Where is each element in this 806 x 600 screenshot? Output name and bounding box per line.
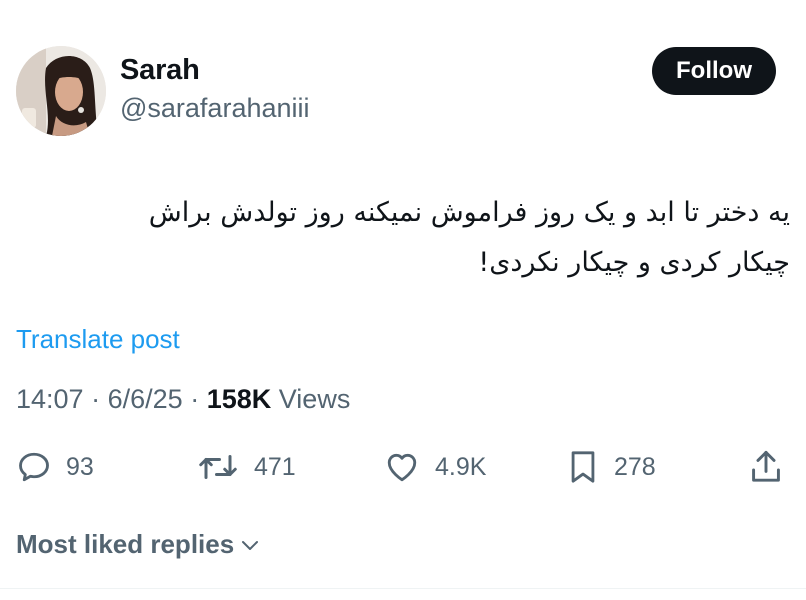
chevron-down-icon (242, 540, 259, 550)
heart-icon (387, 453, 417, 482)
bookmark-icon (571, 451, 595, 483)
repost-count: 471 (254, 452, 296, 481)
share-icon (752, 450, 780, 482)
like-button[interactable]: 4.9K (383, 445, 486, 489)
avatar-photo (16, 46, 106, 136)
bookmark-button[interactable]: 278 (566, 445, 656, 489)
translate-post-link[interactable]: Translate post (16, 324, 180, 355)
tweet-text: یه دختر تا ابد و یک روز فراموش نمیکنه رو… (10, 188, 790, 288)
reply-button[interactable]: 93 (16, 445, 94, 489)
repost-icon (199, 455, 237, 479)
divider (0, 588, 806, 589)
meta-separator: · (91, 384, 101, 414)
tweet-actions: 93 471 4.9K 278 (0, 445, 806, 489)
tweet-metadata: 14:07 · 6/6/25 · 158K Views (16, 384, 350, 415)
follow-button[interactable]: Follow (652, 47, 776, 95)
replies-sort-label: Most liked replies (16, 529, 235, 559)
avatar[interactable] (16, 46, 106, 136)
share-button[interactable] (748, 445, 784, 489)
replies-sort-dropdown[interactable]: Most liked replies (16, 529, 262, 560)
tweet-date[interactable]: 6/6/25 (108, 384, 183, 414)
repost-button[interactable]: 471 (196, 445, 296, 489)
reply-icon (19, 452, 49, 482)
tweet-text-line: چیکار کردی و چیکار نکردی! (478, 247, 790, 278)
meta-separator: · (190, 384, 200, 414)
views-label: Views (278, 384, 351, 414)
like-count: 4.9K (435, 452, 487, 481)
reply-count: 93 (66, 452, 94, 481)
user-handle[interactable]: @sarafarahaniii (120, 93, 310, 124)
views-count: 158K (206, 384, 272, 414)
display-name[interactable]: Sarah (120, 54, 200, 87)
tweet-text-line: یه دختر تا ابد و یک روز فراموش نمیکنه رو… (148, 197, 790, 228)
tweet-time[interactable]: 14:07 (16, 384, 84, 414)
bookmark-count: 278 (614, 452, 656, 481)
